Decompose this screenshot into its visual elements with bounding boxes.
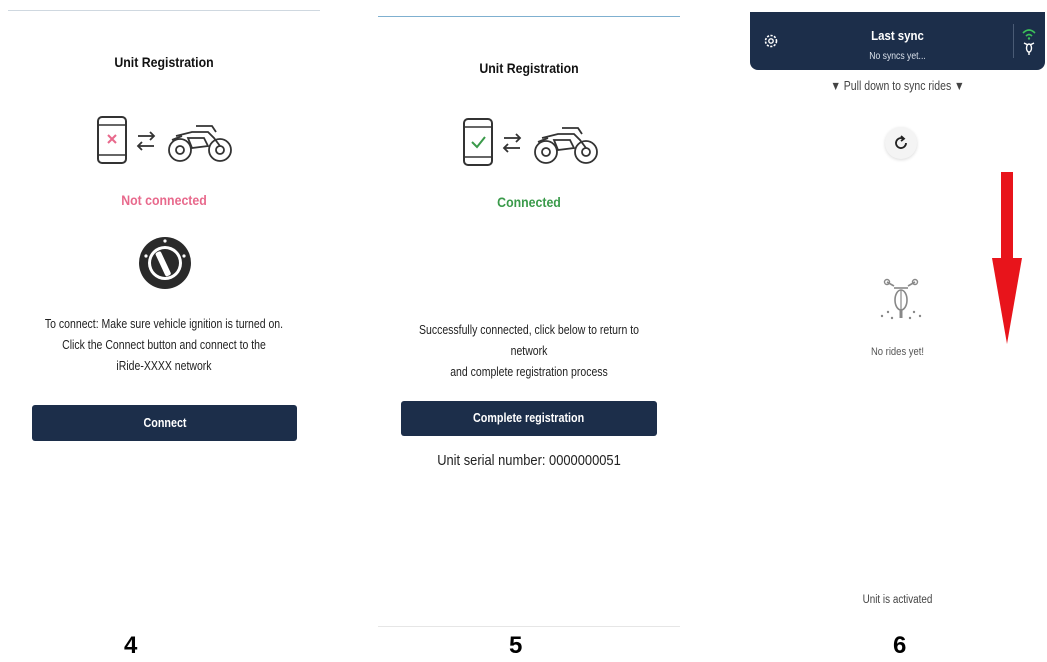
bottom-divider xyxy=(378,626,680,627)
pull-to-sync-hint: ▼ Pull down to sync rides ▼ xyxy=(830,79,965,93)
connection-illustration xyxy=(462,118,602,175)
step-caption: 6 xyxy=(893,632,907,659)
screen-not-connected: Unit Registration Not connected To conne… xyxy=(8,0,320,630)
screen-connected: Unit Registration Connected Successfully… xyxy=(378,0,680,630)
last-sync-subtitle: No syncs yet... xyxy=(869,50,926,62)
message-line: and complete registration process xyxy=(450,365,608,379)
motorcycle-icon xyxy=(534,127,598,164)
step-caption: 5 xyxy=(509,632,523,659)
refresh-button[interactable] xyxy=(885,127,917,159)
wifi-motorcycle-icon[interactable] xyxy=(1020,26,1038,56)
sync-header: Last sync No syncs yet... xyxy=(750,12,1045,70)
message-line: Successfully connected, click below to r… xyxy=(418,323,640,358)
connection-illustration xyxy=(96,116,236,173)
instruction-line: Click the Connect button and connect to … xyxy=(62,338,266,352)
connect-button[interactable]: Connect xyxy=(32,405,297,441)
no-rides-message: No rides yet! xyxy=(870,346,925,358)
connect-instructions: To connect: Make sure vehicle ignition i… xyxy=(33,314,295,377)
swap-arrows-icon xyxy=(136,131,156,151)
phone-error-icon xyxy=(97,116,232,164)
motorcycle-icon xyxy=(168,125,232,162)
connection-status: Not connected xyxy=(121,192,207,208)
refresh-icon xyxy=(895,135,907,149)
top-divider xyxy=(8,10,320,11)
page-title: Unit Registration xyxy=(114,54,214,70)
complete-registration-label: Complete registration xyxy=(473,411,585,425)
page-title: Unit Registration xyxy=(479,60,579,76)
top-divider xyxy=(378,16,680,17)
step-caption: 4 xyxy=(124,632,138,659)
unit-activated-status: Unit is activated xyxy=(862,594,933,606)
instruction-line: iRide-XXXX network xyxy=(116,359,212,373)
connect-button-label: Connect xyxy=(143,416,186,430)
success-message: Successfully connected, click below to r… xyxy=(402,320,656,383)
swap-arrows-icon xyxy=(502,133,522,153)
last-sync-title: Last sync xyxy=(871,28,924,43)
connection-status: Connected xyxy=(497,194,561,210)
phone-check-icon xyxy=(463,118,598,166)
header-divider xyxy=(1013,24,1014,58)
unit-serial-number: Unit serial number: 0000000051 xyxy=(437,452,621,469)
screen-rides: Last sync No syncs yet... ▼ Pull down to… xyxy=(750,0,1045,630)
instruction-line: To connect: Make sure vehicle ignition i… xyxy=(44,317,284,331)
red-down-arrow-icon xyxy=(992,172,1022,344)
motorcycle-front-icon xyxy=(880,278,922,320)
complete-registration-button[interactable]: Complete registration xyxy=(401,401,657,436)
ignition-key-icon xyxy=(138,236,192,295)
